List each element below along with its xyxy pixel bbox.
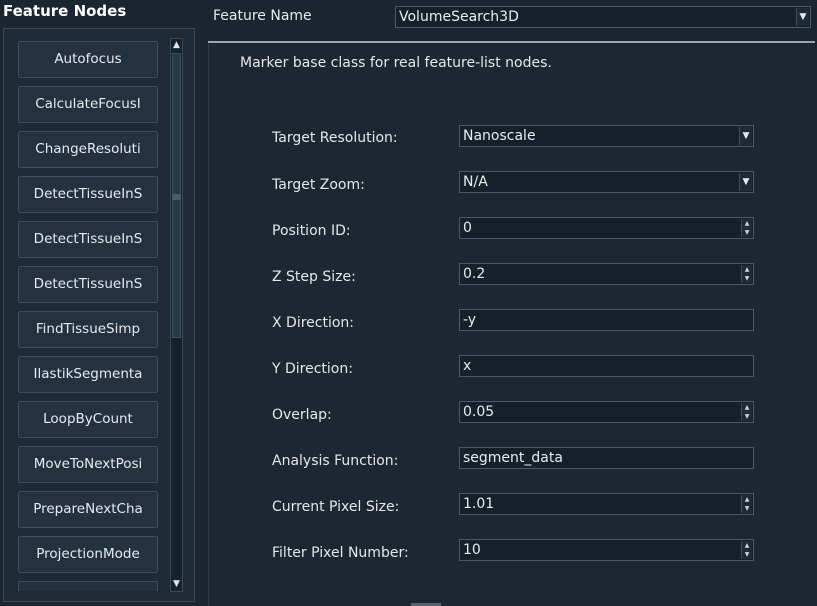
- node-button-calculate-focus[interactable]: CalculateFocusI: [18, 86, 158, 123]
- arrow-up-icon[interactable]: ▲: [742, 541, 752, 550]
- y-direction-label: Y Direction:: [272, 361, 353, 377]
- spin-buttons[interactable]: ▲ ▼: [741, 403, 752, 421]
- current-pixel-size-spinbox[interactable]: 1.01 ▲ ▼: [459, 493, 754, 515]
- target-resolution-select[interactable]: Nanoscale ▼: [459, 125, 754, 147]
- overlap-label: Overlap:: [272, 407, 332, 423]
- overlap-value: 0.05: [463, 404, 495, 420]
- target-zoom-select[interactable]: N/A ▼: [459, 171, 754, 193]
- node-button-detect-tissue-3[interactable]: DetectTissueInS: [18, 266, 158, 303]
- node-list-scrollbar[interactable]: ▲ ▼: [170, 38, 183, 592]
- node-button-detect-tissue-1[interactable]: DetectTissueInS: [18, 176, 158, 213]
- node-button-partial[interactable]: [18, 581, 158, 591]
- spin-buttons[interactable]: ▲ ▼: [741, 541, 752, 559]
- y-direction-input[interactable]: x: [459, 355, 754, 377]
- target-zoom-value: N/A: [463, 174, 488, 190]
- arrow-up-icon[interactable]: ▲: [171, 40, 182, 51]
- x-direction-value: -y: [463, 312, 477, 328]
- node-button-prepare-next-channel[interactable]: PrepareNextCha: [18, 491, 158, 528]
- chevron-down-icon[interactable]: ▼: [739, 127, 752, 145]
- target-resolution-value: Nanoscale: [463, 128, 536, 144]
- arrow-down-icon[interactable]: ▼: [742, 412, 752, 421]
- node-button-autofocus[interactable]: Autofocus: [18, 41, 158, 78]
- feature-description: Marker base class for real feature-list …: [240, 55, 552, 71]
- feature-nodes-list: Autofocus CalculateFocusI ChangeResoluti…: [18, 41, 160, 591]
- arrow-up-icon[interactable]: ▲: [742, 495, 752, 504]
- chevron-down-icon[interactable]: ▼: [739, 173, 752, 191]
- current-pixel-size-value: 1.01: [463, 496, 495, 512]
- analysis-function-label: Analysis Function:: [272, 453, 399, 469]
- arrow-down-icon[interactable]: ▼: [742, 274, 752, 283]
- z-step-size-spinbox[interactable]: 0.2 ▲ ▼: [459, 263, 754, 285]
- filter-pixel-number-label: Filter Pixel Number:: [272, 545, 409, 561]
- analysis-function-input[interactable]: segment_data: [459, 447, 754, 469]
- current-pixel-size-label: Current Pixel Size:: [272, 499, 400, 515]
- z-step-size-value: 0.2: [463, 266, 486, 282]
- node-button-detect-tissue-2[interactable]: DetectTissueInS: [18, 221, 158, 258]
- arrow-down-icon[interactable]: ▼: [742, 550, 752, 559]
- arrow-up-icon[interactable]: ▲: [742, 219, 752, 228]
- target-resolution-label: Target Resolution:: [272, 130, 398, 146]
- overlap-spinbox[interactable]: 0.05 ▲ ▼: [459, 401, 754, 423]
- spin-buttons[interactable]: ▲ ▼: [741, 265, 752, 283]
- node-button-loop-by-count[interactable]: LoopByCount: [18, 401, 158, 438]
- node-button-move-to-next-position[interactable]: MoveToNextPosi: [18, 446, 158, 483]
- analysis-function-value: segment_data: [463, 450, 563, 466]
- feature-name-label: Feature Name: [213, 8, 312, 24]
- node-button-ilastik-segmentation[interactable]: IlastikSegmenta: [18, 356, 158, 393]
- chevron-down-icon[interactable]: ▼: [796, 8, 809, 26]
- feature-name-select[interactable]: VolumeSearch3D ▼: [395, 6, 811, 28]
- position-id-value: 0: [463, 220, 472, 236]
- spin-buttons[interactable]: ▲ ▼: [741, 219, 752, 237]
- filter-pixel-number-value: 10: [463, 542, 481, 558]
- x-direction-label: X Direction:: [272, 315, 355, 331]
- y-direction-value: x: [463, 358, 472, 374]
- arrow-down-icon[interactable]: ▼: [171, 579, 182, 590]
- spin-buttons[interactable]: ▲ ▼: [741, 495, 752, 513]
- position-id-spinbox[interactable]: 0 ▲ ▼: [459, 217, 754, 239]
- target-zoom-label: Target Zoom:: [272, 177, 365, 193]
- feature-nodes-title: Feature Nodes: [3, 2, 127, 20]
- node-button-projection-mode[interactable]: ProjectionMode: [18, 536, 158, 573]
- scrollbar-grip: [172, 194, 181, 200]
- arrow-up-icon[interactable]: ▲: [742, 403, 752, 412]
- node-button-find-tissue[interactable]: FindTissueSimp: [18, 311, 158, 348]
- arrow-up-icon[interactable]: ▲: [742, 265, 752, 274]
- feature-name-value: VolumeSearch3D: [399, 9, 519, 25]
- x-direction-input[interactable]: -y: [459, 309, 754, 331]
- filter-pixel-number-spinbox[interactable]: 10 ▲ ▼: [459, 539, 754, 561]
- z-step-size-label: Z Step Size:: [272, 269, 356, 285]
- position-id-label: Position ID:: [272, 223, 351, 239]
- arrow-down-icon[interactable]: ▼: [742, 504, 752, 513]
- node-button-change-resolution[interactable]: ChangeResoluti: [18, 131, 158, 168]
- arrow-down-icon[interactable]: ▼: [742, 228, 752, 237]
